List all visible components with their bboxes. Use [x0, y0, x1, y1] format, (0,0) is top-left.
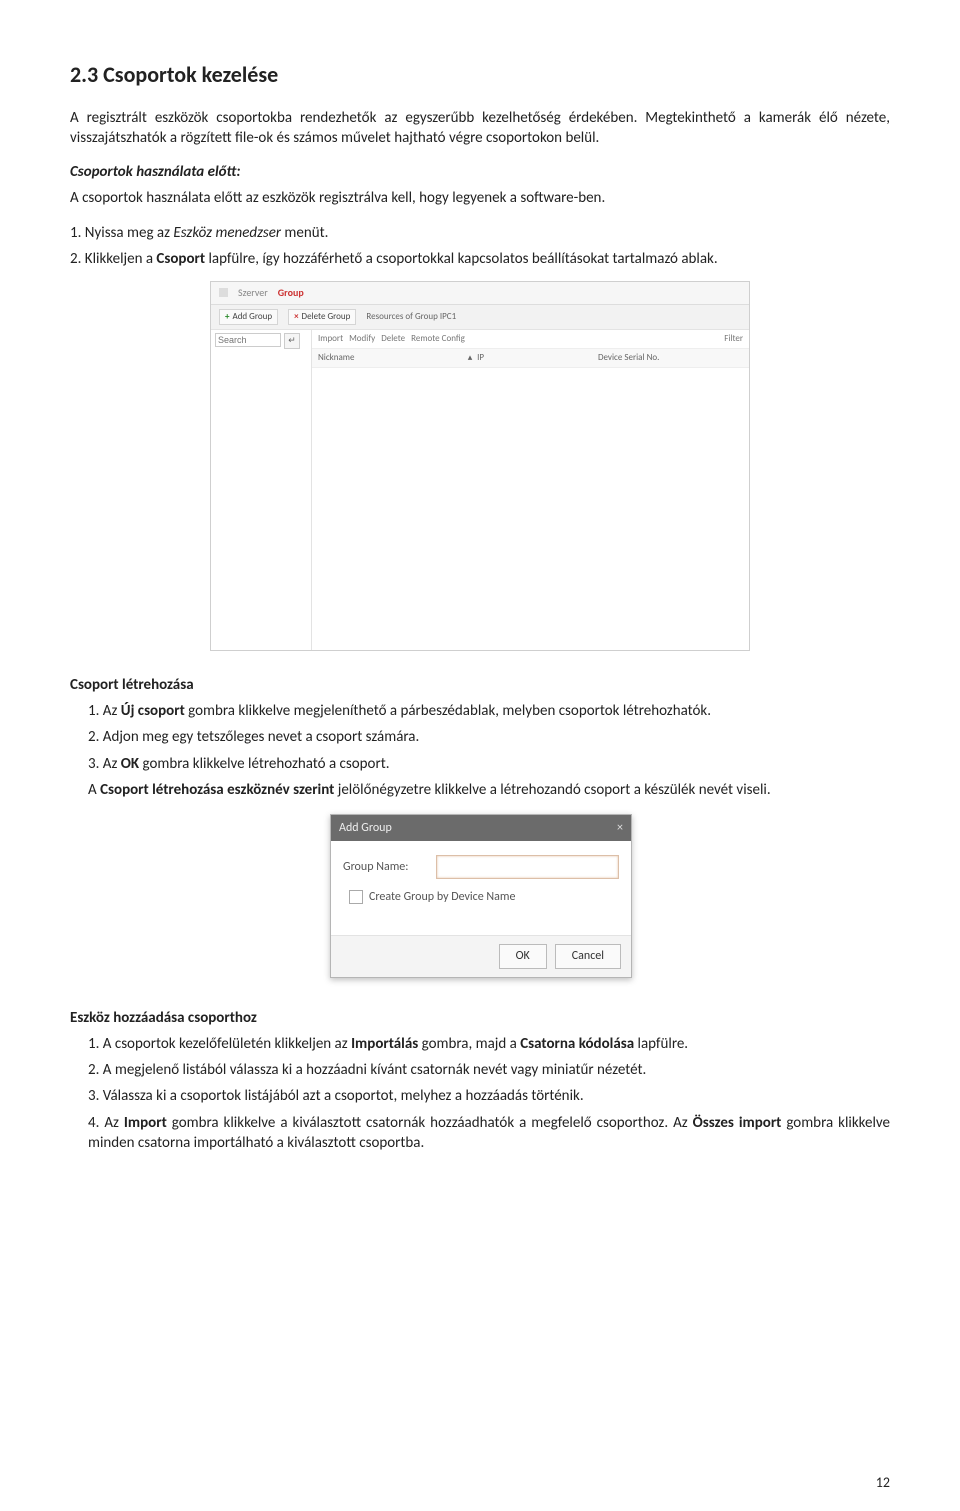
before-use-text: A csoportok használata előtt az eszközök…	[70, 188, 890, 208]
add-step1-suffix: lapfülre.	[634, 1035, 688, 1053]
add-step4-bold2: Összes import	[693, 1114, 782, 1132]
create-by-device-label: Create Group by Device Name	[369, 889, 515, 905]
add-step1-bold2: Csatorna kódolása	[520, 1035, 634, 1053]
add-step2: 2. A megjelenő listából válassza ki a ho…	[88, 1060, 890, 1080]
add-group-label: Add Group	[232, 311, 272, 323]
section-heading: 2.3 Csoportok kezelése	[70, 60, 890, 90]
create-by-device-checkbox[interactable]	[349, 890, 363, 904]
add-device-title: Eszköz hozzáadása csoporthoz	[70, 1009, 257, 1027]
delete-group-button[interactable]: × Delete Group	[288, 309, 356, 325]
resources-label: Resources of Group IPC1	[366, 311, 741, 323]
group-search-input[interactable]	[215, 333, 281, 347]
group-name-label: Group Name:	[343, 859, 428, 875]
remote-config-action[interactable]: Remote Config	[411, 333, 465, 345]
add-step4-bold1: Import	[124, 1114, 167, 1132]
create-group-title: Csoport létrehozása	[70, 676, 194, 694]
tab-icon	[219, 288, 228, 297]
close-icon[interactable]: ×	[617, 820, 623, 836]
step2-tab-name: Csoport	[156, 250, 205, 268]
add-step1-prefix: 1. A csoportok kezelőfelületén klikkelje…	[88, 1035, 351, 1053]
plus-icon: +	[225, 311, 229, 323]
create-step3b-prefix: A	[88, 781, 100, 799]
page-number: 12	[876, 1474, 890, 1493]
delete-group-label: Delete Group	[302, 311, 351, 323]
search-enter-button[interactable]: ↵	[284, 333, 300, 349]
step2-suffix: lapfülre, így hozzáférhető a csoportokka…	[205, 250, 718, 268]
col-serial: Device Serial No.	[598, 352, 743, 364]
step1-suffix: menüt.	[281, 224, 328, 242]
sort-arrow-icon[interactable]: ▴	[463, 352, 477, 364]
step1-prefix: 1. Nyissa meg az	[70, 224, 173, 242]
group-name-input[interactable]	[436, 855, 619, 879]
delete-action[interactable]: Delete	[381, 333, 405, 345]
col-ip: IP	[477, 352, 598, 364]
before-use-title: Csoportok használata előtt:	[70, 163, 241, 181]
create-step3b-suffix: jelölőnégyzetre klikkelve a létrehozandó…	[334, 781, 770, 799]
create-step1-suffix: gombra klikkelve megjeleníthető a párbes…	[185, 702, 711, 720]
add-step1-mid: gombra, majd a	[418, 1035, 520, 1053]
step2-prefix: 2. Klikkeljen a	[70, 250, 156, 268]
tab-group[interactable]: Group	[278, 286, 304, 300]
add-step1-bold1: Importálás	[351, 1035, 418, 1053]
create-step3b-bold: Csoport létrehozása eszköznév szerint	[100, 781, 334, 799]
create-step2: 2. Adjon meg egy tetszőleges nevet a cso…	[88, 727, 890, 747]
import-action[interactable]: Import	[318, 333, 343, 345]
dialog-title: Add Group	[339, 820, 617, 836]
add-step4-prefix: 4. Az	[88, 1114, 124, 1132]
create-step3-mid: gombra klikkelve létrehozható a csoport.	[139, 755, 389, 773]
tab-server[interactable]: Szerver	[238, 286, 268, 300]
x-icon: ×	[294, 311, 298, 323]
intro-paragraph: A regisztrált eszközök csoportokba rende…	[70, 108, 890, 149]
create-step3-ok: OK	[121, 755, 139, 773]
add-step3: 3. Válassza ki a csoportok listájából az…	[88, 1086, 890, 1106]
col-nickname: Nickname	[318, 352, 463, 364]
create-step1-prefix: 1. Az	[88, 702, 121, 720]
empty-table-body	[312, 368, 749, 650]
add-group-dialog-screenshot: Add Group × Group Name: Create Group by …	[330, 814, 890, 978]
cancel-button[interactable]: Cancel	[555, 944, 621, 968]
ok-button[interactable]: OK	[499, 944, 547, 968]
add-step4-mid: gombra klikkelve a kiválasztott csatorná…	[167, 1114, 693, 1132]
group-manager-screenshot: Szerver Group + Add Group × Delete Group…	[210, 281, 750, 651]
filter-action[interactable]: Filter	[724, 333, 743, 345]
step1-menu-name: Eszköz menedzser	[173, 224, 281, 242]
create-step1-bold: Új csoport	[121, 702, 185, 720]
modify-action[interactable]: Modify	[349, 333, 375, 345]
add-group-button[interactable]: + Add Group	[219, 309, 278, 325]
create-step3-prefix: 3. Az	[88, 755, 121, 773]
